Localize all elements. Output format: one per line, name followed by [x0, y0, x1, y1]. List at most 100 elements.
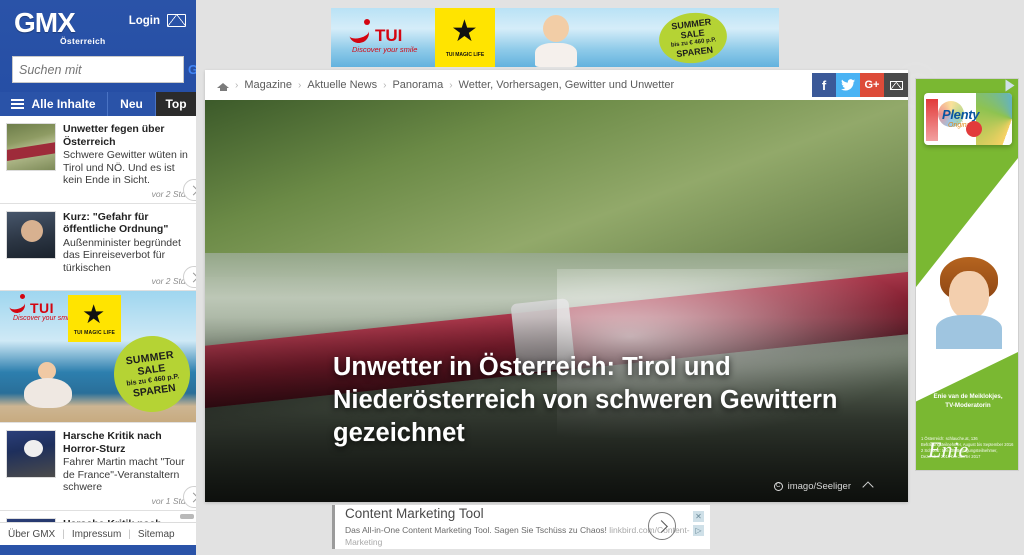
ad-legal-text: 1 Österreich: schlauche.at, 136 Befragun… — [921, 436, 1014, 459]
copyright-icon: C — [773, 482, 783, 491]
sidebar-header: GMX Österreich Login Google — [0, 0, 196, 90]
bottom-ad-description-text: Das All-in-One Content Marketing Tool. S… — [345, 525, 607, 535]
breadcrumb-item-magazine[interactable]: Magazine — [244, 79, 292, 91]
chevron-up-icon[interactable] — [862, 480, 874, 493]
star-icon: ★ — [451, 15, 478, 48]
gmx-region-label: Österreich — [60, 36, 106, 46]
tui-slogan: Discover your smile — [352, 45, 418, 54]
email-share-button[interactable] — [884, 73, 908, 97]
tui-smile-icon — [346, 21, 372, 46]
ad-info-icon[interactable] — [1005, 79, 1015, 92]
footer-separator: | — [62, 528, 65, 540]
sidebar-nav-tabs: Alle Inhalte Neu Top — [0, 92, 196, 116]
pack-red-badge — [966, 121, 982, 137]
news-title: Kurz: "Gefahr für öffentliche Ordnung" — [63, 210, 169, 236]
ad-model-photo — [527, 13, 585, 67]
footer-link-impressum[interactable]: Impressum — [72, 529, 121, 540]
tui-magic-life-label: TUI MAGIC LIFE — [73, 330, 116, 336]
search-input[interactable] — [13, 57, 188, 82]
plenty-brand-label: Plenty — [942, 107, 980, 122]
list-item[interactable]: Kurz: "Gefahr für öffentliche Ordnung" A… — [0, 204, 196, 291]
tab-neu-label: Neu — [120, 97, 143, 111]
breadcrumb-separator: › — [235, 79, 239, 91]
breadcrumb-separator: › — [449, 79, 453, 91]
tab-alle-inhalte[interactable]: Alle Inhalte — [0, 92, 108, 116]
browser-page: TUI Discover your smile ★ TUI MAGIC LIFE… — [0, 0, 1024, 555]
news-timestamp: vor 2 Std. — [151, 188, 188, 199]
tab-top[interactable]: Top — [156, 92, 196, 116]
footer-link-ueber-gmx[interactable]: Über GMX — [8, 529, 55, 540]
news-description: Außenminister begründet das Einreiseverb… — [63, 236, 181, 274]
tui-magic-life-label: TUI MAGIC LIFE — [445, 52, 485, 58]
right-skyscraper-ad[interactable]: Plenty Original Enie Enie van de Meiklok… — [915, 78, 1019, 471]
summer-sale-badge: SUMMER SALE bis zu € 460 p.P. SPAREN — [109, 331, 195, 417]
sidebar-news-list: Unwetter fegen über Österreich Schwere G… — [0, 116, 196, 522]
ad-model-portrait — [936, 257, 1002, 349]
login-area[interactable]: Login — [129, 14, 186, 27]
news-timestamp: vor 2 Std. — [151, 276, 188, 286]
login-label[interactable]: Login — [129, 15, 160, 27]
tui-brand-label: TUI — [30, 300, 55, 316]
search-bar[interactable]: Google — [12, 56, 196, 83]
envelope-icon — [889, 80, 903, 90]
facebook-share-button[interactable]: f — [812, 73, 836, 97]
tab-top-label: Top — [165, 97, 187, 111]
breadcrumb-separator: › — [383, 79, 387, 91]
tab-neu[interactable]: Neu — [108, 92, 156, 116]
ad-model-name-line2: TV-Moderatorin — [945, 402, 991, 409]
home-icon[interactable] — [217, 80, 229, 91]
left-sidebar: GMX Österreich Login Google Alle Inhalte… — [0, 0, 196, 555]
social-share-bar: f G+ — [812, 73, 908, 97]
list-item[interactable]: Harsche Kritik nach Horror-Sturz Fahrer … — [0, 511, 196, 522]
gmx-logo[interactable]: GMX — [14, 8, 76, 38]
sidebar-scrollbar-thumb[interactable] — [180, 514, 194, 519]
news-description: Schwere Gewitter wüten in Tirol und NÖ. … — [63, 149, 188, 186]
list-item[interactable]: Unwetter fegen über Österreich Schwere G… — [0, 116, 196, 204]
ad-model-name-line1: Enie van de Meiklokjes, — [933, 393, 1003, 400]
news-timestamp: vor 1 Std. — [151, 495, 188, 506]
tui-magic-life-box: ★ TUI MAGIC LIFE — [68, 295, 121, 342]
pack-rainbow-graphic — [976, 93, 1012, 145]
twitter-share-button[interactable] — [836, 73, 860, 97]
breadcrumb-item-aktuelle-news[interactable]: Aktuelle News — [307, 79, 377, 91]
breadcrumb: › Magazine › Aktuelle News › Panorama › … — [205, 70, 908, 100]
breadcrumb-separator: › — [298, 79, 302, 91]
close-icon[interactable]: ✕ — [693, 511, 704, 522]
news-thumbnail — [6, 430, 56, 478]
chevron-right-icon[interactable] — [183, 178, 196, 201]
sidebar-tui-ad[interactable]: TUI Discover your smile ★ TUI MAGIC LIFE… — [0, 291, 196, 423]
sidebar-bottom-bar — [0, 545, 196, 555]
hero-image[interactable]: Unwetter in Österreich: Tirol und Nieder… — [205, 100, 908, 502]
ad-info-icon[interactable]: ▷ — [693, 525, 704, 536]
chevron-right-icon[interactable] — [183, 485, 196, 508]
hamburger-icon — [11, 99, 25, 109]
news-thumbnail — [6, 123, 56, 171]
image-credit: C imago/Seeliger — [773, 480, 874, 493]
image-credit-label: imago/Seeliger — [787, 481, 851, 492]
tui-slogan: Discover your smile — [13, 315, 75, 322]
page-title: Unwetter in Österreich: Tirol und Nieder… — [333, 353, 838, 447]
sidebar-footer: Über GMX | Impressum | Sitemap — [0, 522, 196, 545]
footer-link-sitemap[interactable]: Sitemap — [138, 529, 175, 540]
ad-model-photo — [22, 362, 74, 408]
plenty-product-pack: Plenty Original — [924, 93, 1012, 145]
chevron-right-icon[interactable] — [648, 512, 676, 540]
star-icon: ★ — [82, 299, 106, 329]
news-thumbnail — [6, 210, 56, 259]
google-logo: Google — [188, 62, 196, 77]
tui-dot-icon — [20, 294, 25, 299]
envelope-icon[interactable] — [167, 14, 186, 27]
top-leaderboard-ad[interactable]: TUI Discover your smile ★ TUI MAGIC LIFE… — [331, 8, 779, 67]
news-description: Fahrer Martin macht "Tour de France"-Ver… — [63, 456, 185, 493]
news-title: Unwetter fegen über Österreich — [63, 123, 165, 148]
googleplus-share-button[interactable]: G+ — [860, 73, 884, 97]
breadcrumb-item-panorama[interactable]: Panorama — [392, 79, 443, 91]
list-item[interactable]: Harsche Kritik nach Horror-Sturz Fahrer … — [0, 423, 196, 511]
bottom-text-ad[interactable]: Content Marketing Tool Das All-in-One Co… — [332, 505, 710, 549]
news-title: Harsche Kritik nach Horror-Sturz — [63, 430, 162, 455]
pack-side-strip — [926, 99, 938, 141]
tui-dot-icon — [364, 19, 370, 25]
breadcrumb-item-wetter[interactable]: Wetter, Vorhersagen, Gewitter und Unwett… — [459, 79, 675, 91]
tui-magic-life-box: ★ TUI MAGIC LIFE — [435, 8, 495, 67]
footer-separator: | — [128, 528, 131, 540]
